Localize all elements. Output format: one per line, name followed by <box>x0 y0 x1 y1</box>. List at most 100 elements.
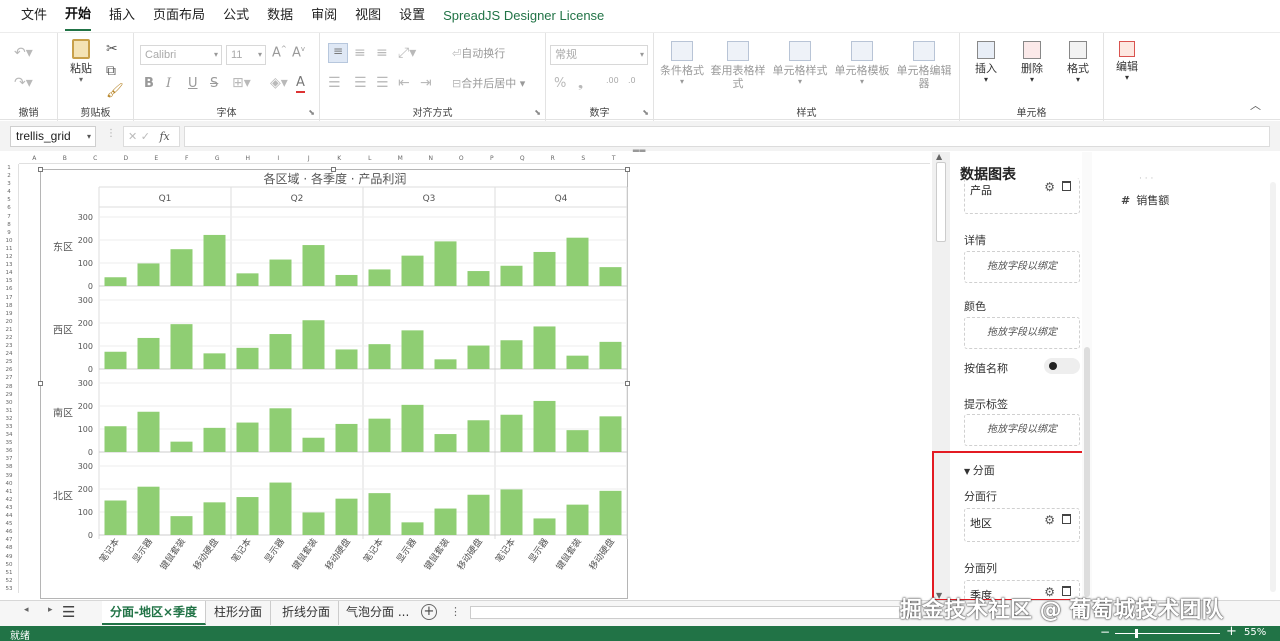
menu-file[interactable]: 文件 <box>21 0 47 32</box>
menu-settings[interactable]: 设置 <box>399 0 425 32</box>
indent-decrease-icon[interactable]: ⇤ <box>398 75 410 92</box>
row-header[interactable]: 18 <box>0 302 18 310</box>
column-header[interactable]: A <box>19 155 50 163</box>
row-header[interactable]: 34 <box>0 431 18 439</box>
panel-scrollbar[interactable] <box>1082 152 1092 600</box>
font-size-select[interactable]: 11 ▾ <box>226 45 266 65</box>
increase-decimal-icon[interactable]: .00 <box>606 76 619 86</box>
column-header[interactable]: E <box>141 155 172 163</box>
spreadsheet-grid[interactable]: ABCDEFGHIJKLMNOPQRST 1 2 3 4 5 6 7 8 9 10 11 12 13 14… <box>0 152 930 600</box>
row-header[interactable]: 1 <box>0 164 18 172</box>
row-header[interactable]: 8 <box>0 221 18 229</box>
redo-icon[interactable]: ↷▾ <box>14 75 33 92</box>
row-header[interactable]: 13 <box>0 261 18 269</box>
row-header[interactable]: 52 <box>0 577 18 585</box>
row-header[interactable]: 53 <box>0 585 18 593</box>
column-header[interactable]: H <box>233 155 264 163</box>
tab-next-icon[interactable]: ▸ <box>48 605 53 615</box>
row-header[interactable]: 32 <box>0 415 18 423</box>
number-format-select[interactable]: 常规 ▾ <box>550 45 648 65</box>
row-header[interactable]: 45 <box>0 520 18 528</box>
row-header[interactable]: 2 <box>0 172 18 180</box>
color-dropzone[interactable]: 拖放字段以绑定 <box>964 317 1080 349</box>
wrap-text-button[interactable]: ⏎ 自动换行 <box>452 47 505 60</box>
row-header[interactable]: 26 <box>0 366 18 374</box>
row-header[interactable]: 15 <box>0 277 18 285</box>
number-launcher-icon[interactable]: ⬊ <box>642 108 649 117</box>
scroll-thumb[interactable] <box>936 162 946 242</box>
zoom-slider[interactable] <box>1115 633 1220 634</box>
align-launcher-icon[interactable]: ⬊ <box>534 108 541 117</box>
column-header[interactable]: T <box>599 155 630 163</box>
column-header[interactable]: O <box>446 155 477 163</box>
align-middle-icon[interactable]: ≡ <box>354 45 366 62</box>
menu-license[interactable]: SpreadJS Designer License <box>443 0 604 32</box>
trellis-chart[interactable]: 各区域 · 各季度 · 产品利润 Q1 Q2 Q3 Q4 东区 0 100 200 300 西区 0 1… <box>40 169 628 599</box>
collapse-ribbon-icon[interactable]: ︿ <box>1250 99 1261 112</box>
row-header[interactable]: 20 <box>0 318 18 326</box>
column-header[interactable]: G <box>202 155 233 163</box>
font-launcher-icon[interactable]: ⬊ <box>308 108 315 117</box>
sheet-tab-bubble-facet[interactable]: 气泡分面 ... <box>338 601 417 625</box>
percent-icon[interactable]: % <box>554 76 566 92</box>
menu-data[interactable]: 数据 <box>267 0 293 32</box>
row-header[interactable]: 19 <box>0 310 18 318</box>
name-box[interactable]: trellis_grid ▾ <box>10 126 96 147</box>
column-header[interactable]: J <box>294 155 325 163</box>
row-header[interactable]: 41 <box>0 488 18 496</box>
row-header[interactable]: 9 <box>0 229 18 237</box>
row-header[interactable]: 6 <box>0 204 18 212</box>
row-header[interactable]: 50 <box>0 561 18 569</box>
tab-prev-icon[interactable]: ◂ <box>24 605 29 615</box>
row-header[interactable]: 48 <box>0 544 18 552</box>
field-item-sales[interactable]: # 销售额 <box>1121 192 1169 208</box>
format-painter-icon[interactable]: 🖌 <box>106 83 124 100</box>
product-field-zone[interactable]: 产品 ⚙ <box>964 178 1080 214</box>
fill-color-icon[interactable]: ◈▾ <box>270 75 288 92</box>
add-sheet-button[interactable]: + <box>421 604 437 620</box>
menu-formulas[interactable]: 公式 <box>223 0 249 32</box>
bold-button[interactable]: B <box>144 76 154 92</box>
edit-button[interactable]: 编辑 ▾ <box>1110 41 1144 83</box>
cancel-icon[interactable]: ✕ <box>128 130 137 143</box>
italic-button[interactable]: I <box>166 76 171 92</box>
paste-button[interactable]: 粘贴 ▾ <box>64 39 98 85</box>
row-header[interactable]: 37 <box>0 455 18 463</box>
column-header[interactable]: B <box>50 155 81 163</box>
column-header[interactable]: P <box>477 155 508 163</box>
zoom-slider-thumb[interactable] <box>1135 629 1138 638</box>
trash-icon[interactable] <box>1062 181 1071 191</box>
by-value-toggle[interactable] <box>1044 358 1080 374</box>
comma-icon[interactable]: ❟ <box>578 76 583 92</box>
detail-dropzone[interactable]: 拖放字段以绑定 <box>964 251 1080 283</box>
decrease-font-icon[interactable]: Av <box>292 45 305 61</box>
align-bottom-icon[interactable]: ≡ <box>376 45 388 62</box>
zoom-out-icon[interactable]: − <box>1100 625 1110 639</box>
row-header[interactable]: 5 <box>0 196 18 204</box>
menu-home[interactable]: 开始 <box>65 1 92 31</box>
more-options-icon[interactable]: ⋮ <box>450 605 461 618</box>
resize-handle[interactable] <box>331 167 336 172</box>
row-header[interactable]: 24 <box>0 350 18 358</box>
zoom-in-icon[interactable]: + <box>1226 624 1237 639</box>
resize-handle[interactable] <box>625 381 630 386</box>
menu-page-layout[interactable]: 页面布局 <box>153 0 205 32</box>
align-left-icon[interactable]: ☰ <box>328 75 341 92</box>
menu-insert[interactable]: 插入 <box>109 0 135 32</box>
row-header[interactable]: 43 <box>0 504 18 512</box>
table-style-button[interactable]: 套用表格样式 <box>710 41 766 90</box>
column-header[interactable]: Q <box>507 155 538 163</box>
row-header[interactable]: 38 <box>0 463 18 471</box>
row-header[interactable]: 21 <box>0 326 18 334</box>
column-header[interactable]: C <box>80 155 111 163</box>
cut-icon[interactable]: ✂ <box>106 41 118 58</box>
sheet-tab-facet-region-quarter[interactable]: 分面-地区×季度 <box>102 601 207 625</box>
row-header[interactable]: 30 <box>0 399 18 407</box>
scroll-up-icon[interactable]: ▲ <box>936 152 942 161</box>
resize-handle[interactable] <box>38 167 43 172</box>
cond-format-button[interactable]: 条件格式 ▾ <box>658 41 706 87</box>
fx-icon[interactable]: fx <box>159 130 169 143</box>
strikethrough-icon[interactable]: S <box>210 76 218 92</box>
column-header[interactable]: D <box>111 155 142 163</box>
row-header[interactable]: 46 <box>0 528 18 536</box>
